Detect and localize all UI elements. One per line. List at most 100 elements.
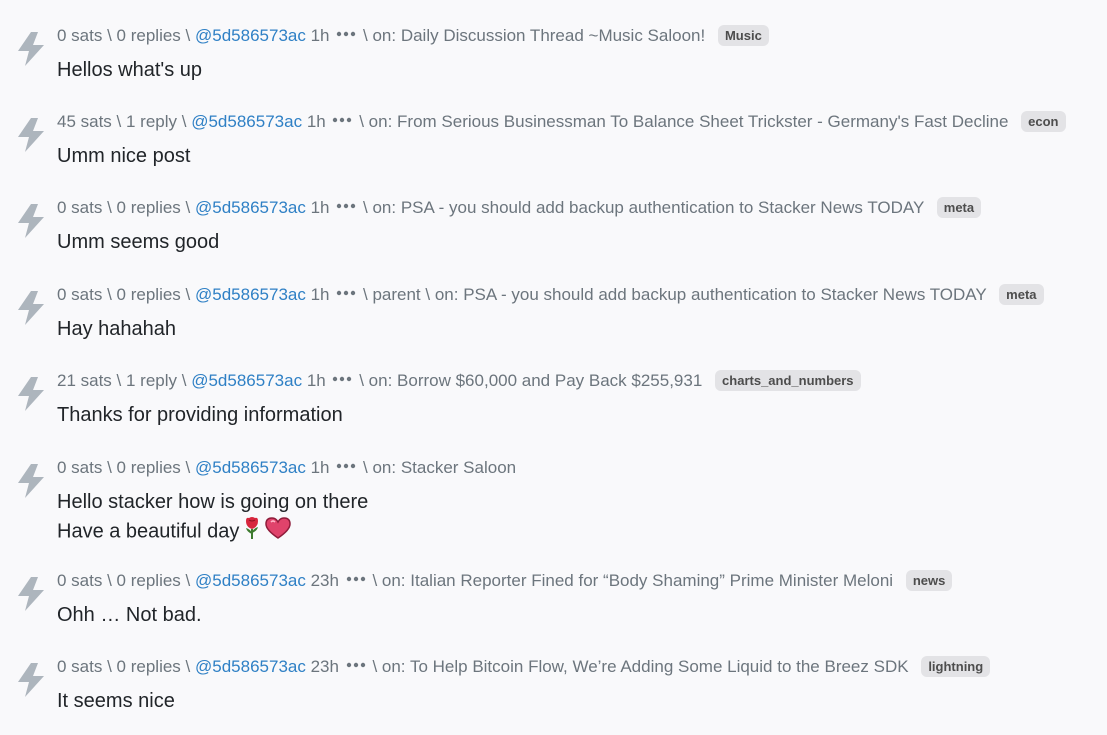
- separator: \: [107, 26, 117, 45]
- ellipsis-icon[interactable]: [336, 289, 356, 297]
- sub-tag[interactable]: econ: [1021, 111, 1066, 133]
- sats-count[interactable]: 0 sats: [57, 285, 102, 304]
- lightning-bolt-icon[interactable]: [17, 118, 45, 152]
- replies-count[interactable]: 1 reply: [126, 112, 177, 131]
- ellipsis-icon[interactable]: [332, 375, 352, 383]
- on-label: on:: [372, 458, 397, 477]
- comment-meta: 45 sats \ 1 reply \ @5d586573ac 1h \ on:…: [57, 111, 1066, 133]
- replies-count[interactable]: 0 replies: [117, 571, 181, 590]
- post-title-link[interactable]: Daily Discussion Thread ~Music Saloon!: [401, 26, 705, 45]
- on-label: on:: [381, 571, 406, 590]
- sub-tag[interactable]: news: [905, 570, 953, 592]
- separator: \: [359, 371, 369, 390]
- lightning-bolt-icon[interactable]: [17, 204, 45, 238]
- separator: \: [116, 371, 126, 390]
- author-link[interactable]: @5d586573ac: [191, 371, 302, 390]
- ellipsis-icon[interactable]: [346, 575, 366, 583]
- comment-text: Umm seems good: [57, 231, 220, 253]
- replies-count[interactable]: 0 replies: [117, 657, 181, 676]
- timestamp[interactable]: 1h: [311, 458, 330, 477]
- author-link[interactable]: @5d586573ac: [195, 571, 306, 590]
- lightning-bolt-icon[interactable]: [17, 663, 45, 697]
- lightning-bolt-icon[interactable]: [17, 32, 45, 66]
- replies-count[interactable]: 0 replies: [117, 26, 181, 45]
- lightning-bolt-icon[interactable]: [17, 291, 45, 325]
- sub-tag[interactable]: Music: [717, 25, 769, 47]
- comment-body: Umm seems good: [57, 228, 219, 256]
- author-link[interactable]: @5d586573ac: [195, 198, 306, 217]
- timestamp[interactable]: 1h: [307, 112, 326, 131]
- lightning-bolt-icon[interactable]: [17, 377, 45, 411]
- post-title-link[interactable]: Italian Reporter Fined for “Body Shaming…: [410, 571, 893, 590]
- timestamp[interactable]: 23h: [311, 571, 339, 590]
- sats-count[interactable]: 0 sats: [57, 657, 102, 676]
- ellipsis-icon[interactable]: [336, 30, 356, 38]
- replies-count[interactable]: 0 replies: [117, 198, 181, 217]
- sats-count[interactable]: 45 sats: [57, 112, 112, 131]
- post-title-link[interactable]: Borrow $60,000 and Pay Back $255,931: [397, 371, 702, 390]
- separator: \: [359, 112, 369, 131]
- author-link[interactable]: @5d586573ac: [195, 26, 306, 45]
- separator: \: [185, 571, 195, 590]
- separator: \: [107, 458, 117, 477]
- ellipsis-icon[interactable]: [332, 116, 352, 124]
- post-title-link[interactable]: Stacker Saloon: [401, 458, 516, 477]
- comment-text: Hellos what's up: [57, 59, 202, 81]
- comment-text: Ohh … Not bad.: [57, 604, 202, 626]
- post-title-link[interactable]: PSA - you should add backup authenticati…: [463, 285, 986, 304]
- separator: \: [116, 112, 126, 131]
- comment-text: It seems nice: [57, 690, 175, 712]
- comment-body: Hello stacker how is going on there Have…: [57, 488, 368, 548]
- on-label: on:: [368, 371, 393, 390]
- sats-count[interactable]: 0 sats: [57, 571, 102, 590]
- post-title-link[interactable]: PSA - you should add backup authenticati…: [401, 198, 924, 217]
- sats-count[interactable]: 0 sats: [57, 458, 102, 477]
- post-title-link[interactable]: From Serious Businessman To Balance Shee…: [397, 112, 1008, 131]
- rose-emoji: [243, 516, 261, 548]
- author-link[interactable]: @5d586573ac: [195, 657, 306, 676]
- separator: \: [372, 571, 382, 590]
- replies-count[interactable]: 0 replies: [117, 285, 181, 304]
- author-link[interactable]: @5d586573ac: [195, 458, 306, 477]
- ellipsis-icon[interactable]: [336, 462, 356, 470]
- comment-meta: 21 sats \ 1 reply \ @5d586573ac 1h \ on:…: [57, 370, 861, 392]
- comment-meta: 0 sats \ 0 replies \ @5d586573ac 1h \ pa…: [57, 284, 1044, 306]
- comment-body: Umm nice post: [57, 142, 190, 170]
- author-link[interactable]: @5d586573ac: [195, 285, 306, 304]
- lightning-bolt-icon[interactable]: [17, 577, 45, 611]
- replies-count[interactable]: 0 replies: [117, 458, 181, 477]
- on-label: on:: [434, 285, 459, 304]
- comment-meta: 0 sats \ 0 replies \ @5d586573ac 1h \ on…: [57, 197, 982, 219]
- sub-tag[interactable]: meta: [936, 197, 982, 219]
- comment-feed: 0 sats \ 0 replies \ @5d586573ac 1h \ on…: [0, 0, 1107, 735]
- comment-text: Have a beautiful day: [57, 520, 240, 543]
- separator: \: [372, 657, 382, 676]
- sub-tag[interactable]: lightning: [921, 656, 991, 678]
- separator: \: [107, 657, 117, 676]
- parent-link[interactable]: parent: [372, 285, 420, 304]
- timestamp[interactable]: 1h: [311, 285, 330, 304]
- author-link[interactable]: @5d586573ac: [191, 112, 302, 131]
- sub-tag[interactable]: meta: [999, 284, 1044, 306]
- ellipsis-icon[interactable]: [346, 661, 366, 669]
- comment-meta: 0 sats \ 0 replies \ @5d586573ac 23h \ o…: [57, 570, 953, 592]
- sats-count[interactable]: 21 sats: [57, 371, 112, 390]
- lightning-bolt-icon[interactable]: [17, 464, 45, 498]
- comment-meta: 0 sats \ 0 replies \ @5d586573ac 23h \ o…: [57, 656, 991, 678]
- comment-body: Hellos what's up: [57, 56, 202, 84]
- sub-tag[interactable]: charts_and_numbers: [715, 370, 861, 392]
- sats-count[interactable]: 0 sats: [57, 198, 102, 217]
- separator: \: [185, 657, 195, 676]
- timestamp[interactable]: 1h: [311, 198, 330, 217]
- timestamp[interactable]: 23h: [311, 657, 339, 676]
- comment-body: It seems nice: [57, 687, 175, 715]
- post-title-link[interactable]: To Help Bitcoin Flow, We’re Adding Some …: [410, 657, 909, 676]
- comment-body: Hay hahahah: [57, 315, 176, 343]
- sats-count[interactable]: 0 sats: [57, 26, 102, 45]
- timestamp[interactable]: 1h: [307, 371, 326, 390]
- ellipsis-icon[interactable]: [336, 202, 356, 210]
- separator: \: [425, 285, 435, 304]
- heart-emoji: [265, 517, 292, 547]
- replies-count[interactable]: 1 reply: [126, 371, 177, 390]
- timestamp[interactable]: 1h: [311, 26, 330, 45]
